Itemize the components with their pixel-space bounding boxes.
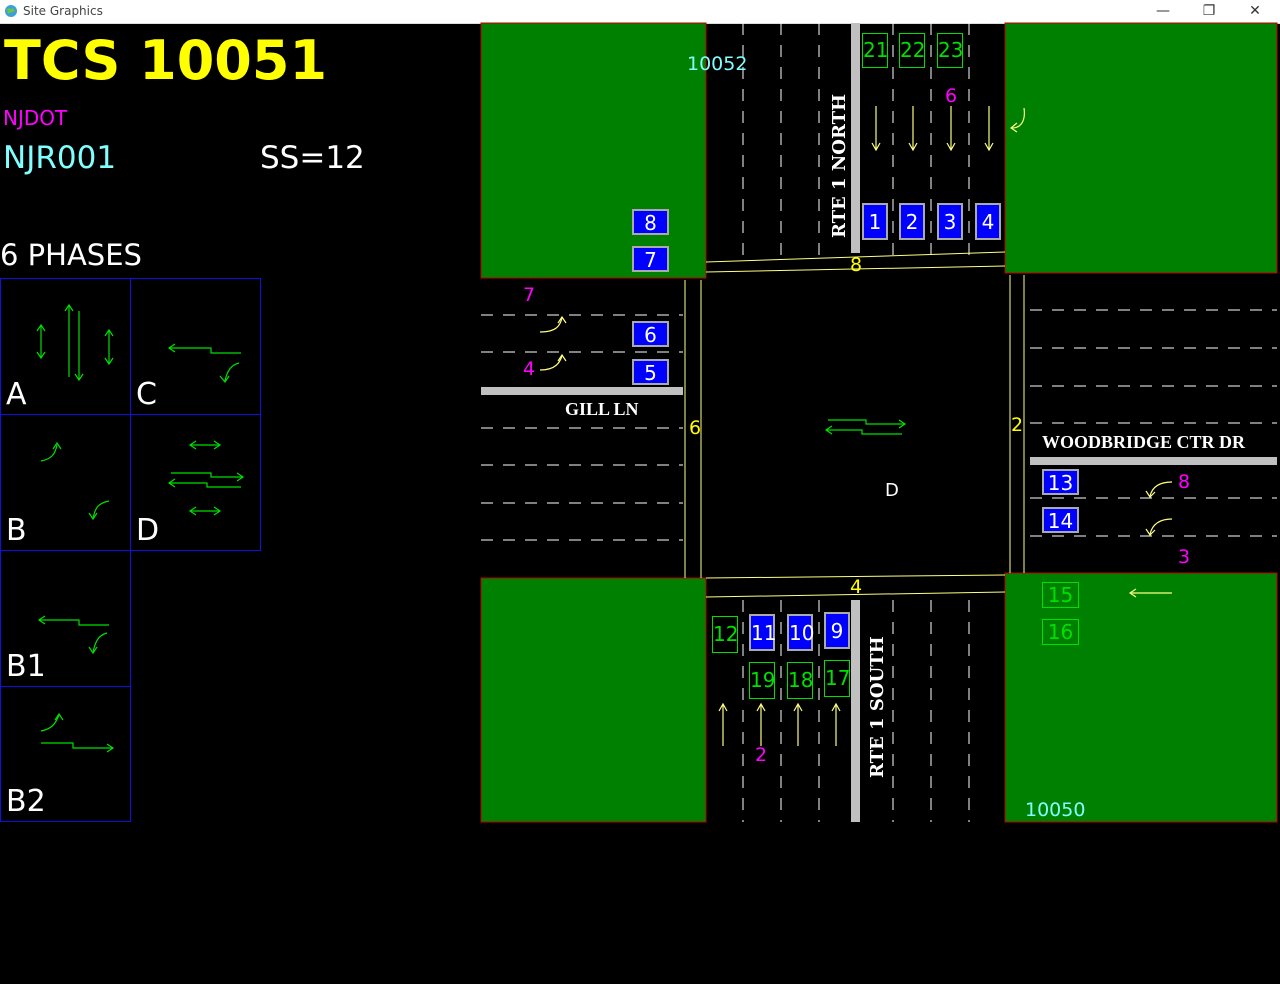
median-north xyxy=(851,23,860,253)
adjacent-tcs-south[interactable]: 10050 xyxy=(1025,799,1085,821)
street-label-south: RTE 1 SOUTH xyxy=(867,636,888,778)
stop-bars xyxy=(684,251,1025,598)
intersection-phase-label: D xyxy=(885,480,899,501)
center-phase-arrows xyxy=(824,419,907,435)
detector-10[interactable]: 10 xyxy=(787,614,814,651)
movement-number-wb-lower: 3 xyxy=(1178,546,1191,568)
detector-6[interactable]: 6 xyxy=(632,321,669,347)
detector-5[interactable]: 5 xyxy=(632,359,669,385)
detector-19[interactable]: 19 xyxy=(749,662,775,699)
movement-number-wb-upper: 8 xyxy=(1178,471,1191,493)
detector-7[interactable]: 7 xyxy=(632,246,669,272)
detector-12[interactable]: 12 xyxy=(712,616,738,653)
movement-number-eb-upper: 7 xyxy=(523,284,536,306)
approach-number-south: 4 xyxy=(850,576,863,598)
street-label-west: GILL LN xyxy=(565,399,639,419)
detector-13[interactable]: 13 xyxy=(1042,469,1079,495)
intersection-map: RTE 1 NORTH RTE 1 SOUTH xyxy=(480,22,1278,823)
detector-9[interactable]: 9 xyxy=(824,612,850,649)
detector-22[interactable]: 22 xyxy=(899,33,925,68)
grass-sw xyxy=(480,577,707,823)
lane-lines-east xyxy=(1030,309,1277,537)
detector-3[interactable]: 3 xyxy=(937,203,963,240)
detector-2[interactable]: 2 xyxy=(899,203,925,240)
movement-number-sb: 6 xyxy=(945,85,958,107)
detector-14[interactable]: 14 xyxy=(1042,507,1079,533)
detector-1[interactable]: 1 xyxy=(862,203,888,240)
grass-se xyxy=(1004,572,1278,823)
adjacent-tcs-north[interactable]: 10052 xyxy=(687,53,747,75)
detector-4[interactable]: 4 xyxy=(975,203,1001,240)
movement-number-eb-lower: 4 xyxy=(523,358,536,380)
grass-nw xyxy=(480,22,707,279)
median-west xyxy=(481,387,683,395)
approach-number-east: 2 xyxy=(1011,414,1024,436)
detector-8[interactable]: 8 xyxy=(632,209,669,235)
detector-17[interactable]: 17 xyxy=(824,660,850,697)
street-label-east: WOODBRIDGE CTR DR xyxy=(1042,432,1246,452)
grass-ne xyxy=(1004,22,1278,274)
approach-number-north: 8 xyxy=(850,254,863,276)
lane-lines-west xyxy=(481,314,683,541)
median-south xyxy=(851,600,860,822)
detector-23[interactable]: 23 xyxy=(937,33,963,68)
detector-11[interactable]: 11 xyxy=(749,614,776,651)
street-label-north: RTE 1 NORTH xyxy=(829,94,850,238)
detector-18[interactable]: 18 xyxy=(787,662,813,699)
approach-number-west: 6 xyxy=(689,417,702,439)
median-east xyxy=(1030,457,1277,465)
movement-number-nb: 2 xyxy=(755,744,768,766)
detector-16[interactable]: 16 xyxy=(1042,619,1079,645)
detector-21[interactable]: 21 xyxy=(862,33,888,68)
detector-15[interactable]: 15 xyxy=(1042,582,1079,608)
